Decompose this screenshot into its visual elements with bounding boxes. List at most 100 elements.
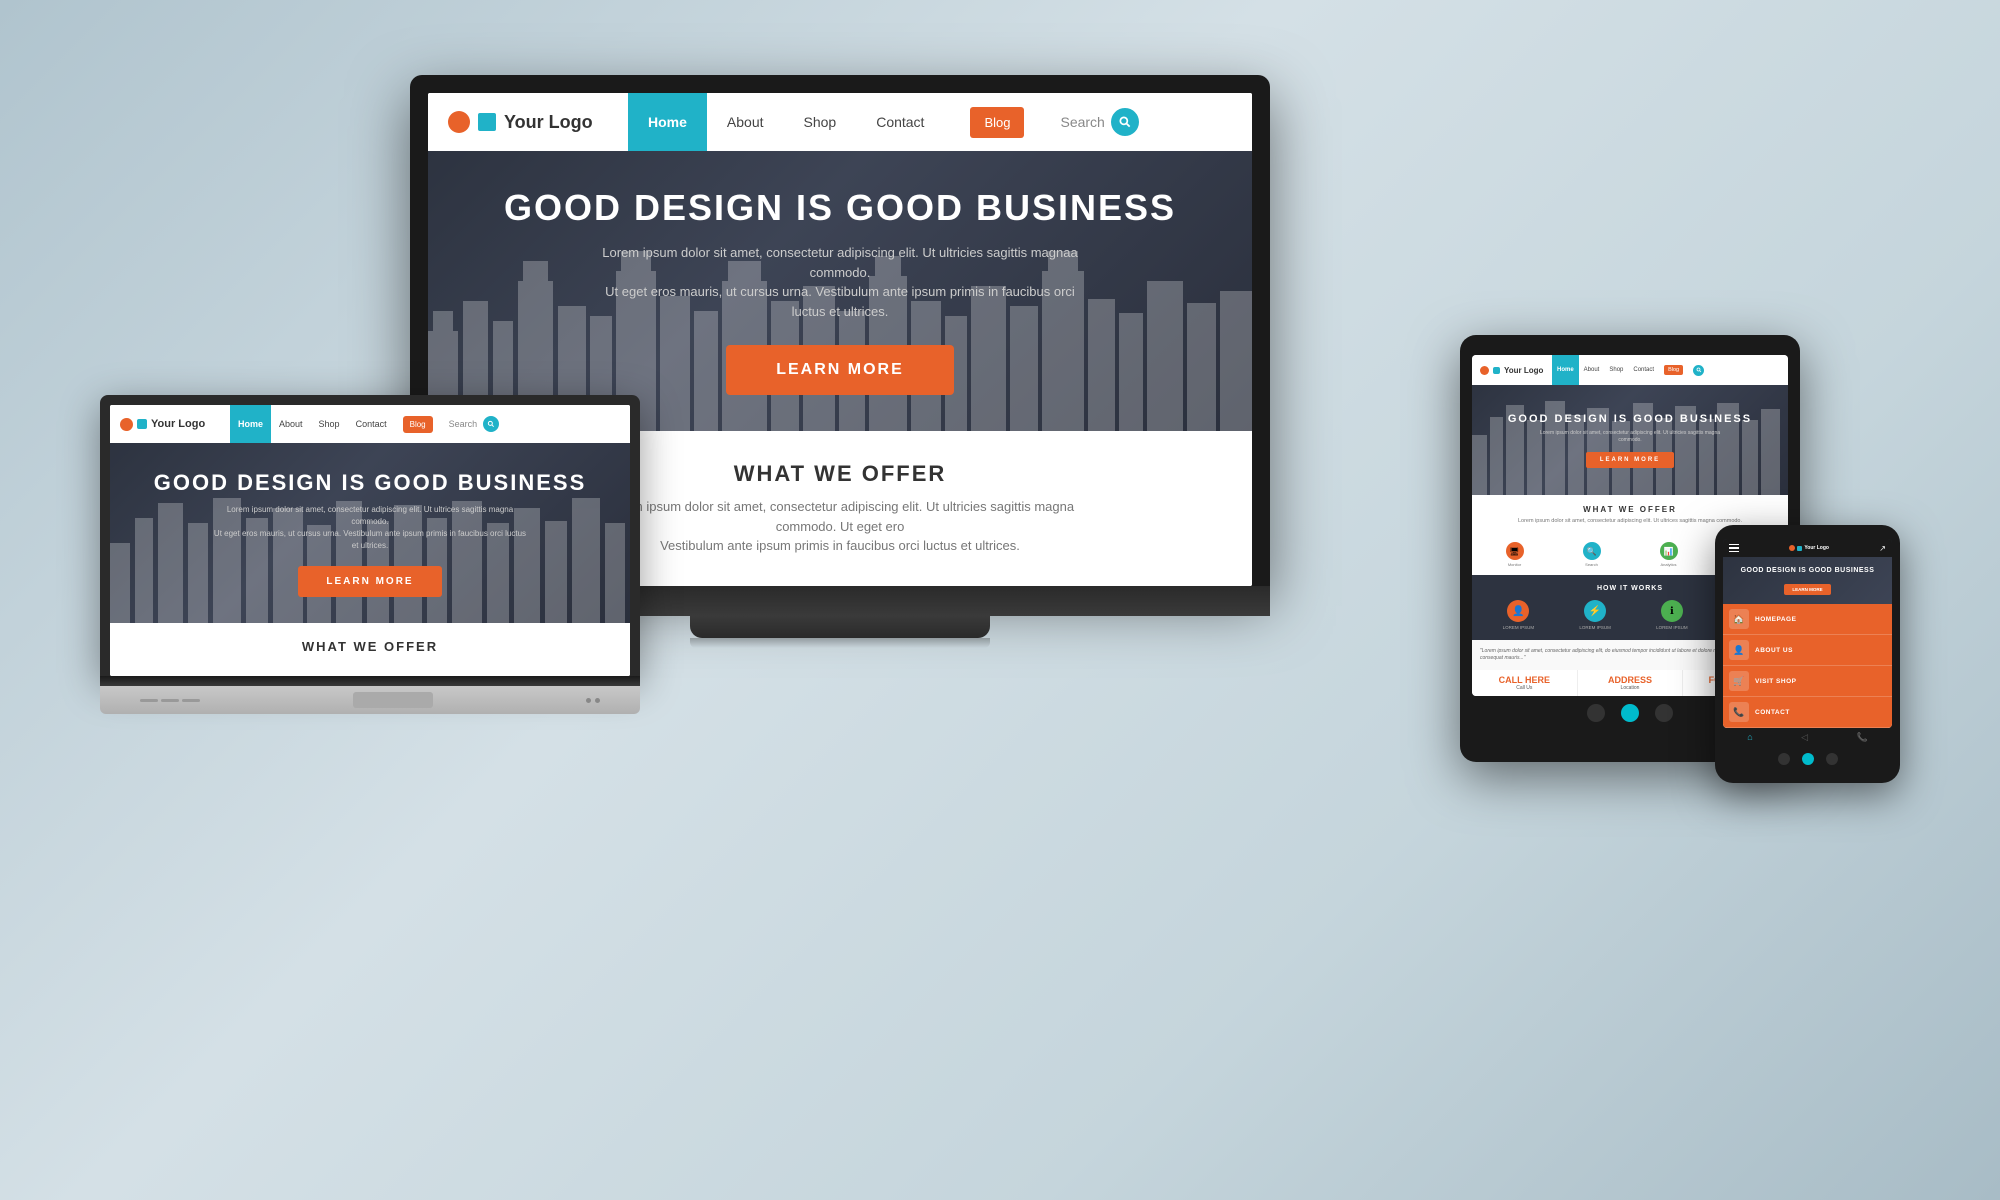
search-icon[interactable] — [1111, 108, 1139, 136]
phone-header: Your Logo ↗ — [1723, 539, 1892, 557]
laptop-what-title: WHAT WE OFFER — [125, 639, 615, 654]
nav-home[interactable]: Home — [628, 93, 707, 151]
desktop-nav-links: Home About Shop Contact B — [628, 93, 1149, 151]
laptop-trackpad — [353, 692, 433, 708]
phone-hamburger-icon[interactable] — [1729, 544, 1739, 553]
phone-share-icon[interactable]: ↗ — [1879, 544, 1886, 553]
desktop-what-sub: Lorem ipsum dolor sit amet, consectetur … — [590, 497, 1090, 556]
laptop-lid: Your Logo Home About Shop — [100, 395, 640, 676]
desktop-hero-title: GOOD DESIGN IS GOOD BUSINESS — [504, 187, 1176, 229]
phone-btn-home[interactable] — [1802, 753, 1814, 765]
desktop-nav: Your Logo Home About Shop — [428, 93, 1252, 151]
laptop-indicator-dot — [586, 698, 591, 703]
laptop-logo: Your Logo — [110, 405, 230, 443]
how-icon-lightning: ⚡ — [1584, 600, 1606, 622]
laptop-screen: Your Logo Home About Shop — [110, 405, 630, 676]
tablet-nav-about[interactable]: About — [1579, 355, 1605, 385]
how-icon-info: ℹ — [1661, 600, 1683, 622]
phone-home-indicators — [1723, 747, 1892, 765]
laptop-trackpad-area — [100, 692, 640, 708]
laptop-nav-shop[interactable]: Shop — [311, 405, 348, 443]
how-icon-person: 👤 — [1507, 600, 1529, 622]
phone-hero: GOOD DESIGN IS GOOD BUSINESS LEARN MORE — [1723, 557, 1892, 604]
phone-menu-contact[interactable]: 📞 CONTACT — [1723, 697, 1892, 728]
laptop-nav-contact[interactable]: Contact — [348, 405, 395, 443]
logo-text: Your Logo — [504, 112, 593, 133]
desktop-hero: GOOD DESIGN IS GOOD BUSINESS Lorem ipsum… — [428, 151, 1252, 431]
laptop-search-icon[interactable] — [483, 416, 499, 432]
offer-icon-chart: 📊 — [1660, 542, 1678, 560]
blog-badge: Blog — [970, 107, 1024, 138]
tablet-search[interactable] — [1688, 355, 1709, 385]
laptop-nav-about[interactable]: About — [271, 405, 311, 443]
laptop-logo-square — [137, 419, 147, 429]
phone-learn-more-button[interactable]: LEARN MORE — [1784, 584, 1830, 595]
tablet-how-item-3: ℹ LOREM IPSUM — [1656, 600, 1688, 630]
laptop-blog-badge: Blog — [403, 416, 433, 433]
nav-blog-item[interactable]: Blog — [944, 93, 1050, 151]
nav-shop[interactable]: Shop — [784, 93, 857, 151]
phone-home-menu-icon: 🏠 — [1729, 609, 1749, 629]
tablet-btn-back[interactable] — [1587, 704, 1605, 722]
phone-bottom-home-icon[interactable]: ⌂ — [1747, 732, 1752, 743]
phone-bottom-call-icon[interactable]: 📞 — [1857, 732, 1868, 743]
phone-menu-shop[interactable]: 🛒 VISIT SHOP — [1723, 666, 1892, 697]
nav-contact[interactable]: Contact — [856, 93, 944, 151]
phone-contact-label: CONTACT — [1755, 709, 1886, 716]
laptop-nav-home[interactable]: Home — [230, 405, 271, 443]
logo-circle-icon — [448, 111, 470, 133]
laptop-what-we-offer: WHAT WE OFFER — [110, 623, 630, 676]
laptop-learn-more-button[interactable]: LEARN MORE — [298, 566, 441, 597]
nav-search[interactable]: Search — [1050, 93, 1148, 151]
phone-homepage-label: HOMEPAGE — [1755, 616, 1886, 623]
tablet-nav-home[interactable]: Home — [1552, 355, 1579, 385]
tablet-btn-home[interactable] — [1621, 704, 1639, 722]
tablet-logo: Your Logo — [1472, 355, 1552, 385]
tablet-search-icon[interactable] — [1693, 365, 1704, 376]
laptop-hero-title: GOOD DESIGN IS GOOD BUSINESS — [154, 470, 587, 496]
phone-contact-menu-icon: 📞 — [1729, 702, 1749, 722]
phone-logo: Your Logo — [1789, 545, 1829, 551]
tablet-hero-subtitle: Lorem ipsum dolor sit amet, consectetur … — [1530, 430, 1730, 444]
phone-device: Your Logo ↗ GOOD DESIGN IS GOOD BUSINESS… — [1715, 525, 1900, 783]
tablet-offer-item-3: 📊 Analytics — [1660, 542, 1678, 567]
tablet-nav-links: Home About Shop Contact B — [1552, 355, 1709, 385]
tablet-logo-circle — [1480, 366, 1489, 375]
phone-btn-recent[interactable] — [1826, 753, 1838, 765]
tablet-btn-recent[interactable] — [1655, 704, 1673, 722]
phone-menu-about[interactable]: 👤 ABOUT US — [1723, 635, 1892, 666]
phone-bottom-back-icon[interactable]: ◁ — [1801, 732, 1808, 743]
laptop-search[interactable]: Search — [441, 405, 508, 443]
tablet-what-sub: Lorem ipsum dolor sit amet, consectetur … — [1480, 518, 1780, 524]
laptop-logo-circle — [120, 418, 133, 431]
tablet-stat-1: CALL HERE Call Us — [1472, 670, 1578, 696]
offer-icon-search2: 🔍 — [1583, 542, 1601, 560]
tablet-nav-shop[interactable]: Shop — [1604, 355, 1628, 385]
laptop-base — [100, 686, 640, 714]
tablet-hero-title: GOOD DESIGN IS GOOD BUSINESS — [1508, 413, 1752, 425]
tablet-nav-contact[interactable]: Contact — [1628, 355, 1659, 385]
desktop-stand-base — [690, 616, 990, 638]
desktop-learn-more-button[interactable]: LEARN MORE — [726, 345, 954, 395]
nav-about[interactable]: About — [707, 93, 784, 151]
phone-screen: Your Logo ↗ GOOD DESIGN IS GOOD BUSINESS… — [1723, 539, 1892, 728]
tablet-what-title: WHAT WE OFFER — [1480, 505, 1780, 514]
desktop-reflection — [690, 638, 990, 648]
tablet-offer-item-2: 🔍 Search — [1583, 542, 1601, 567]
phone-menu: 🏠 HOMEPAGE 👤 ABOUT US 🛒 VISIT SHOP 📞 CON… — [1723, 604, 1892, 728]
laptop-indicator-dot-2 — [595, 698, 600, 703]
tablet-logo-text: Your Logo — [1504, 366, 1543, 375]
logo-square-icon — [478, 113, 496, 131]
phone-hero-title: GOOD DESIGN IS GOOD BUSINESS — [1729, 567, 1886, 574]
phone-frame: Your Logo ↗ GOOD DESIGN IS GOOD BUSINESS… — [1715, 525, 1900, 783]
phone-menu-homepage[interactable]: 🏠 HOMEPAGE — [1723, 604, 1892, 635]
desktop-hero-subtitle: Lorem ipsum dolor sit amet, consectetur … — [590, 243, 1090, 321]
tablet-learn-more-button[interactable]: LEARN MORE — [1586, 452, 1674, 468]
tablet-nav-blog[interactable]: Blog — [1659, 355, 1688, 385]
laptop-indicators — [586, 698, 600, 703]
tablet-logo-square — [1493, 367, 1500, 374]
tablet-stat-2: ADDRESS Location — [1578, 670, 1684, 696]
laptop-nav-blog[interactable]: Blog — [395, 405, 441, 443]
desktop-logo: Your Logo — [428, 93, 628, 151]
phone-btn-back[interactable] — [1778, 753, 1790, 765]
